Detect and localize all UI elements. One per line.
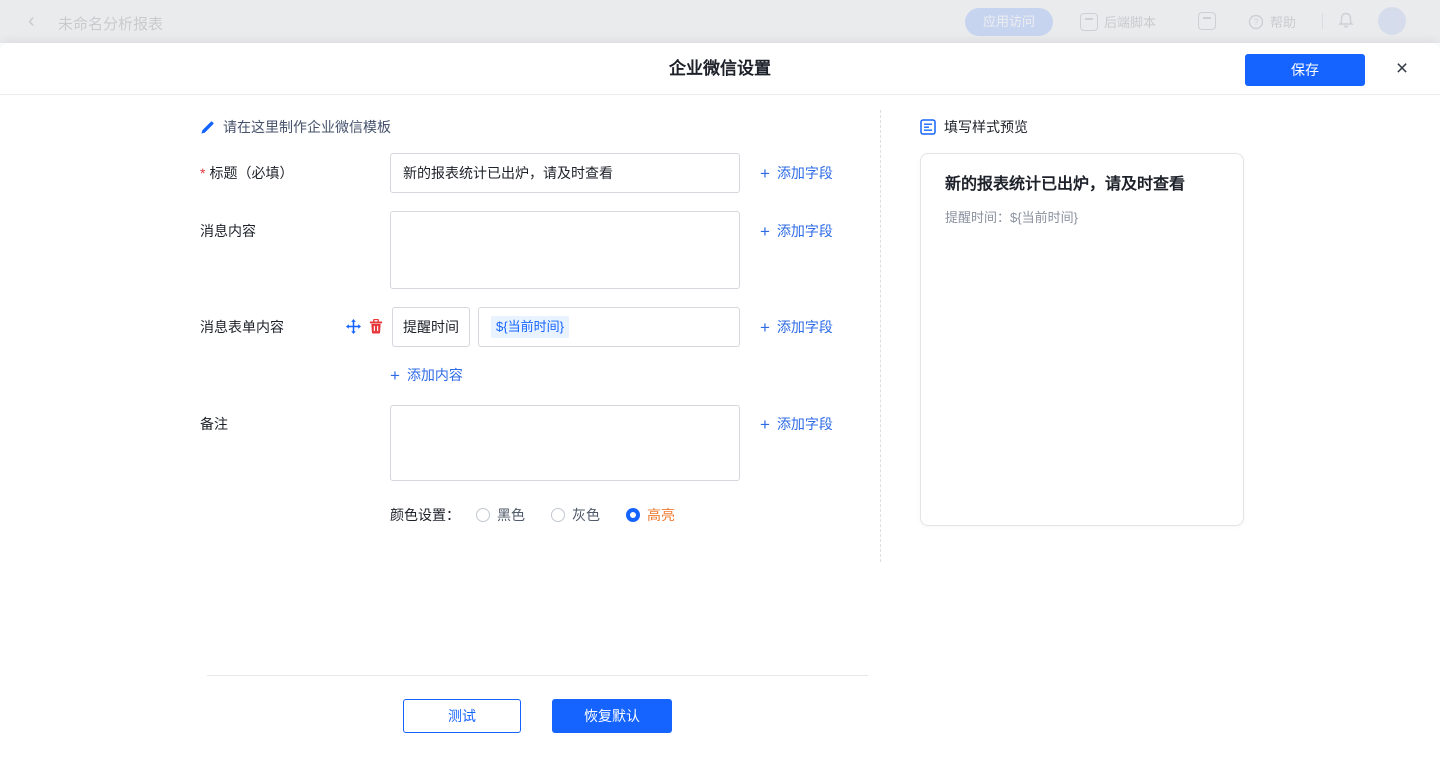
app-access-button[interactable]: 应用访问 bbox=[965, 8, 1053, 36]
note-textarea[interactable] bbox=[390, 405, 740, 481]
form-add-field-link[interactable]: + 添加字段 bbox=[760, 317, 833, 337]
message-add-field-link[interactable]: + 添加字段 bbox=[760, 221, 833, 241]
form-row-actions bbox=[346, 319, 383, 334]
title-add-field-link[interactable]: + 添加字段 bbox=[760, 163, 833, 183]
add-content-link[interactable]: + 添加内容 bbox=[390, 365, 463, 385]
preview-header: 填写样式预览 bbox=[920, 117, 1028, 137]
bottom-divider bbox=[207, 675, 868, 676]
preview-header-text: 填写样式预览 bbox=[944, 117, 1028, 137]
page-topbar-content: ‹ 未命名分析报表 应用访问 后端脚本 ? 帮助 bbox=[0, 0, 1440, 43]
radio-option-highlight[interactable]: 高亮 bbox=[626, 505, 675, 525]
title-label: *标题（必填） bbox=[200, 163, 293, 183]
form-content-label: 消息表单内容 bbox=[200, 317, 284, 337]
restore-default-button[interactable]: 恢复默认 bbox=[552, 699, 672, 733]
app-icon bbox=[1198, 12, 1216, 30]
title-input[interactable] bbox=[390, 153, 740, 193]
form-key-input[interactable] bbox=[392, 307, 470, 347]
form-value-input[interactable]: ${当前时间} bbox=[478, 307, 740, 347]
note-label: 备注 bbox=[200, 414, 228, 434]
screen: ‹ 未命名分析报表 应用访问 后端脚本 ? 帮助 bbox=[0, 0, 1440, 757]
save-button[interactable]: 保存 bbox=[1245, 54, 1365, 86]
plus-icon: + bbox=[760, 165, 770, 182]
modal-title: 企业微信设置 bbox=[669, 43, 771, 95]
backend-script-button[interactable]: 后端脚本 bbox=[1080, 12, 1156, 31]
preview-doc-icon bbox=[920, 119, 936, 135]
required-mark: * bbox=[200, 165, 205, 181]
topbar-divider bbox=[1322, 13, 1323, 29]
radio-checked-icon bbox=[626, 508, 640, 522]
plus-icon: + bbox=[760, 416, 770, 433]
plus-icon: + bbox=[390, 367, 400, 384]
radio-option-black[interactable]: 黑色 bbox=[476, 505, 525, 525]
plus-icon: + bbox=[760, 319, 770, 336]
color-settings-row: 颜色设置： 黑色 灰色 高亮 bbox=[390, 505, 675, 525]
help-button[interactable]: ? 帮助 bbox=[1248, 12, 1296, 31]
radio-icon bbox=[551, 508, 565, 522]
preview-card: 新的报表统计已出炉，请及时查看 提醒时间：${当前时间} bbox=[920, 153, 1244, 526]
question-circle-icon: ? bbox=[1248, 14, 1264, 30]
page-topbar: ‹ 未命名分析报表 应用访问 后端脚本 ? 帮助 bbox=[0, 0, 1440, 43]
app-icon-button[interactable] bbox=[1198, 12, 1216, 30]
preview-card-title: 新的报表统计已出炉，请及时查看 bbox=[945, 174, 1223, 196]
close-icon[interactable]: × bbox=[1389, 56, 1415, 82]
radio-icon bbox=[476, 508, 490, 522]
script-icon bbox=[1080, 13, 1098, 31]
move-icon[interactable] bbox=[346, 319, 361, 334]
back-icon[interactable]: ‹ bbox=[28, 9, 35, 33]
color-settings-label: 颜色设置： bbox=[390, 505, 460, 525]
report-title: 未命名分析报表 bbox=[58, 13, 163, 34]
message-label: 消息内容 bbox=[200, 221, 256, 241]
intro-text: 请在这里制作企业微信模板 bbox=[223, 117, 391, 137]
message-textarea[interactable] bbox=[390, 211, 740, 289]
test-button[interactable]: 测试 bbox=[403, 699, 521, 733]
trash-icon[interactable] bbox=[369, 319, 383, 334]
vertical-dashed-divider bbox=[880, 110, 881, 562]
pencil-icon bbox=[200, 120, 215, 135]
plus-icon: + bbox=[760, 223, 770, 240]
svg-text:?: ? bbox=[1253, 17, 1258, 27]
template-intro: 请在这里制作企业微信模板 bbox=[200, 117, 391, 137]
preview-card-line: 提醒时间：${当前时间} bbox=[945, 207, 1078, 226]
avatar[interactable] bbox=[1378, 7, 1406, 35]
variable-chip[interactable]: ${当前时间} bbox=[491, 316, 569, 338]
modal-header: 企业微信设置 保存 × bbox=[0, 43, 1440, 95]
bell-icon[interactable] bbox=[1338, 12, 1354, 33]
radio-option-gray[interactable]: 灰色 bbox=[551, 505, 600, 525]
note-add-field-link[interactable]: + 添加字段 bbox=[760, 414, 833, 434]
wecom-settings-modal: 企业微信设置 保存 × 请在这里制作企业微信模板 *标题（必填） + 添加字段 … bbox=[0, 43, 1440, 757]
